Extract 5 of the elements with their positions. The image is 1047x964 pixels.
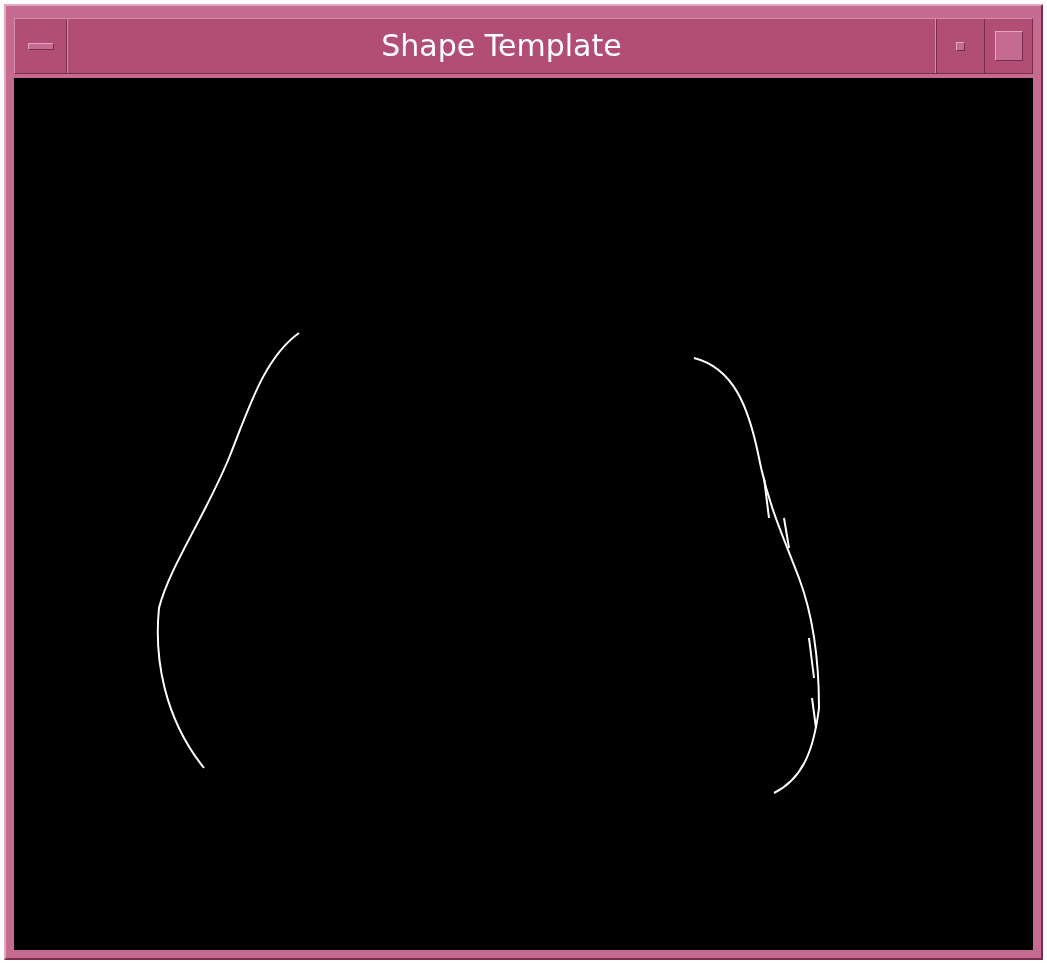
window-title: Shape Template	[381, 31, 622, 61]
maximize-icon	[994, 31, 1023, 61]
minimize-icon	[956, 41, 965, 51]
menu-icon	[27, 42, 54, 50]
title-bar[interactable]: Shape Template	[14, 18, 1033, 74]
